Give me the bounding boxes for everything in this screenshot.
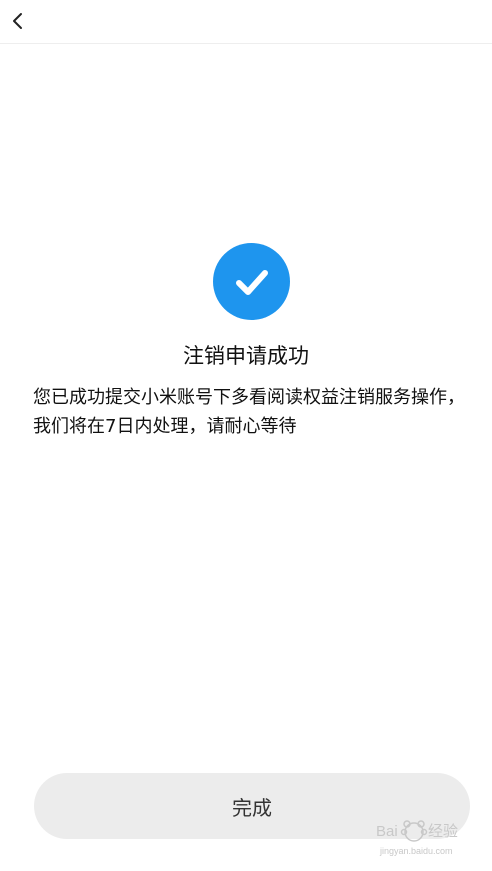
chevron-left-icon [13, 13, 22, 29]
checkmark-icon [235, 269, 268, 295]
top-bar [0, 0, 492, 44]
svg-text:jingyan.baidu.com: jingyan.baidu.com [379, 846, 453, 856]
check-circle-icon [213, 243, 290, 320]
cancellation-success-screen: 注销申请成功 您已成功提交小米账号下多看阅读权益注销服务操作，我们将在7日内处理… [0, 0, 492, 871]
done-button[interactable]: 完成 [34, 773, 470, 839]
result-title: 注销申请成功 [183, 344, 309, 368]
result-description: 您已成功提交小米账号下多看阅读权益注销服务操作，我们将在7日内处理，请耐心等待 [33, 387, 465, 437]
back-button[interactable] [4, 6, 32, 36]
